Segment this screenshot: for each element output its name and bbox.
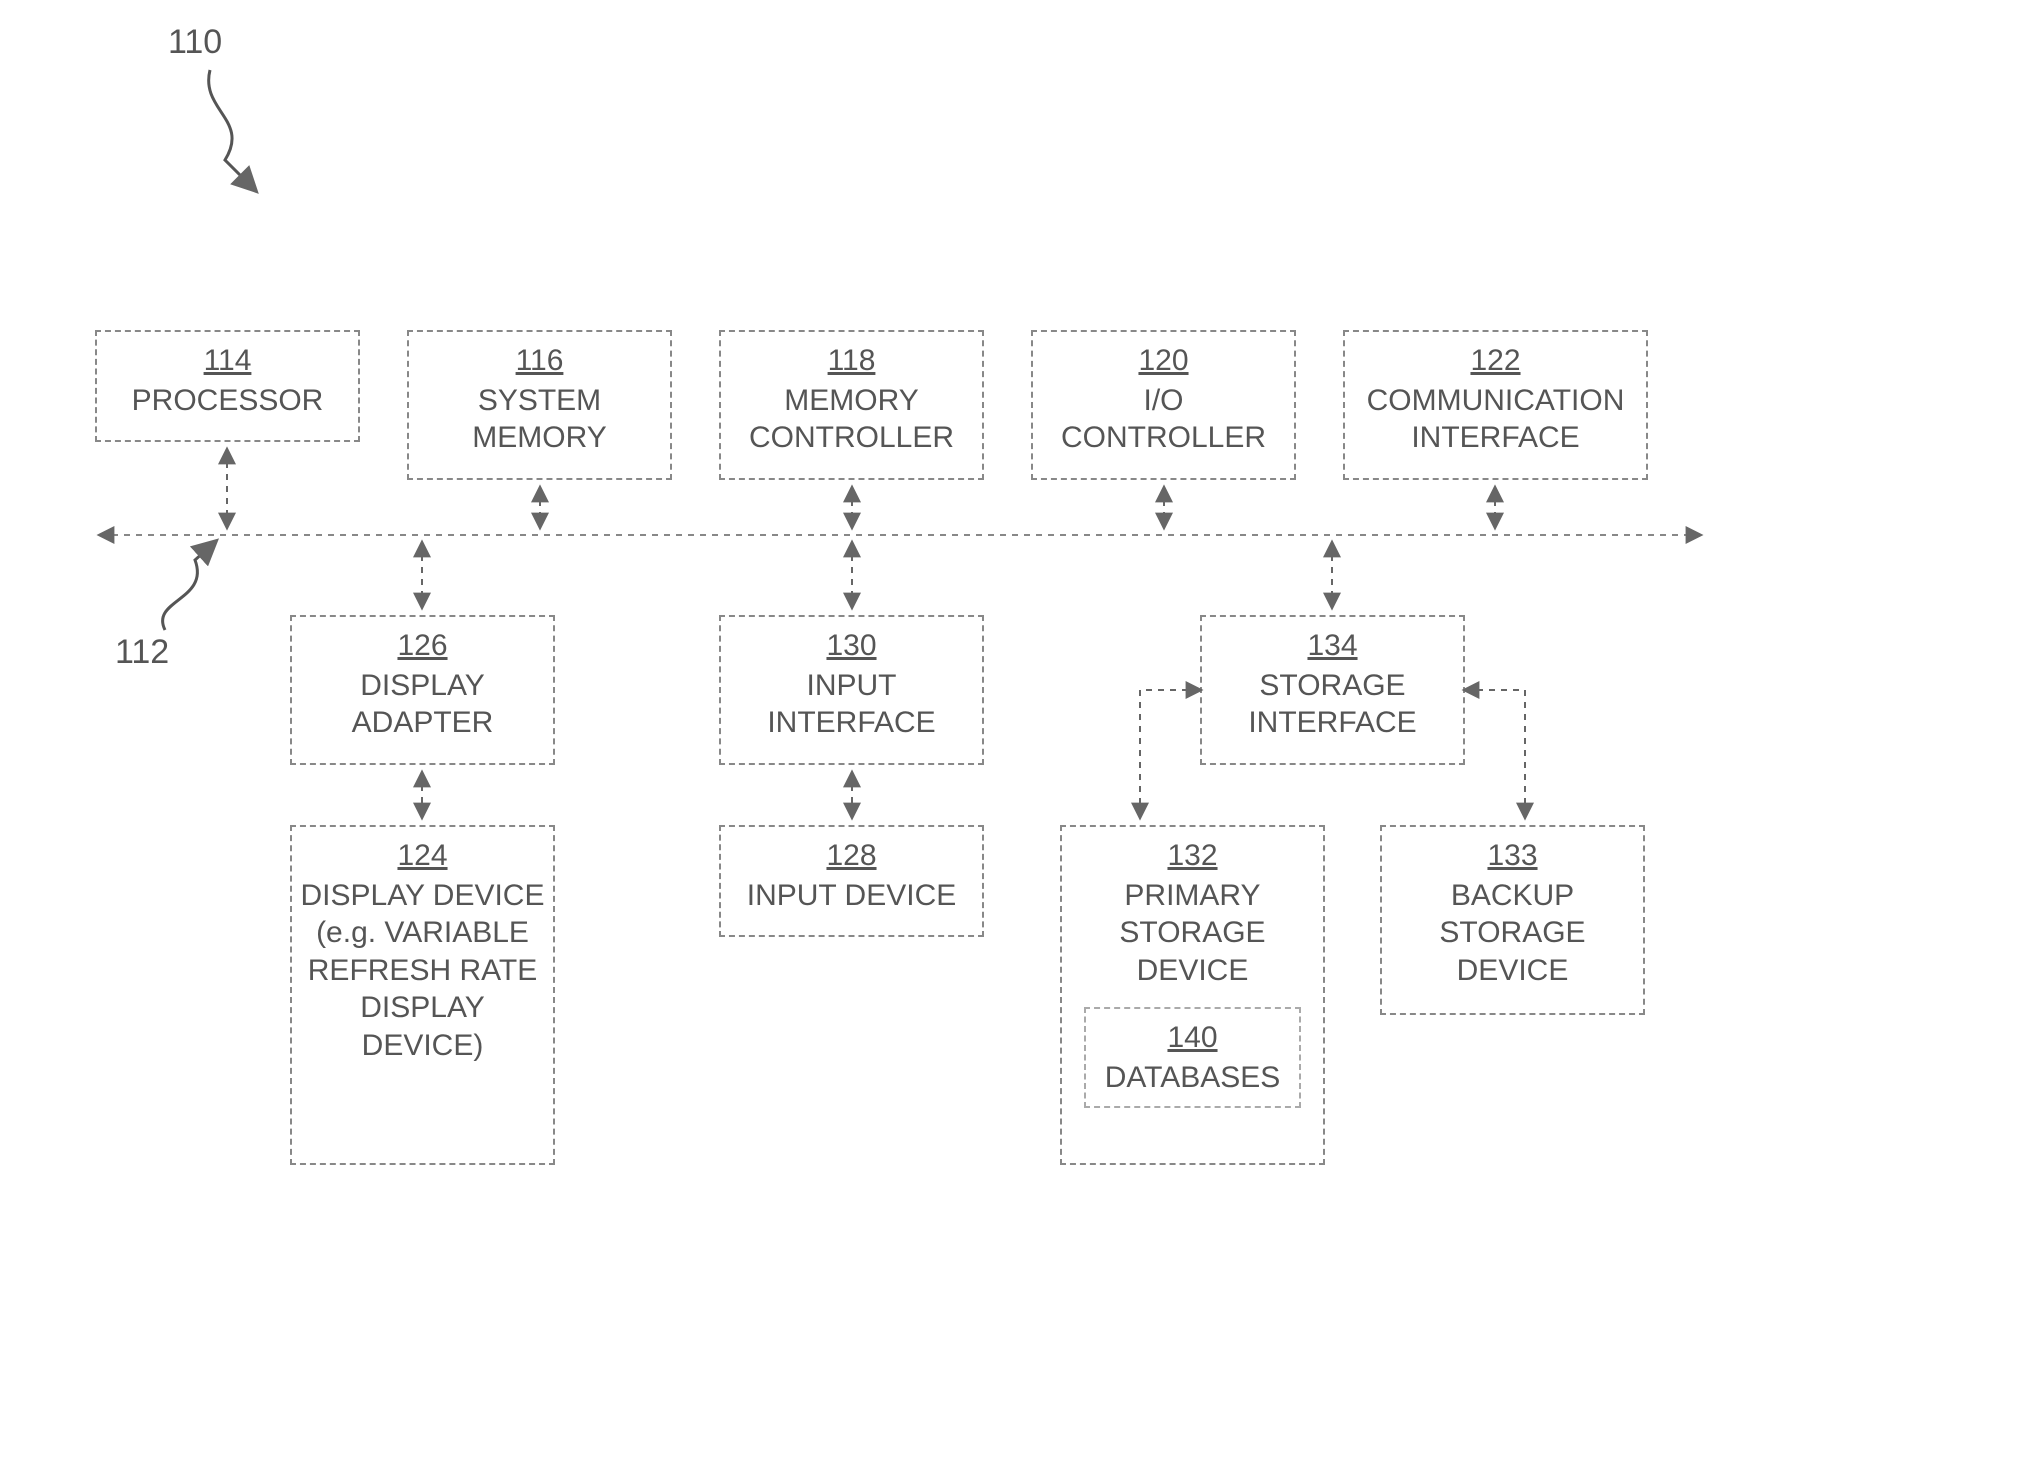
diagram-canvas: 110 112 114 PROCESSOR 116 SYSTEM MEMORY … [0,0,2034,1459]
connectors-svg [0,0,2034,1459]
